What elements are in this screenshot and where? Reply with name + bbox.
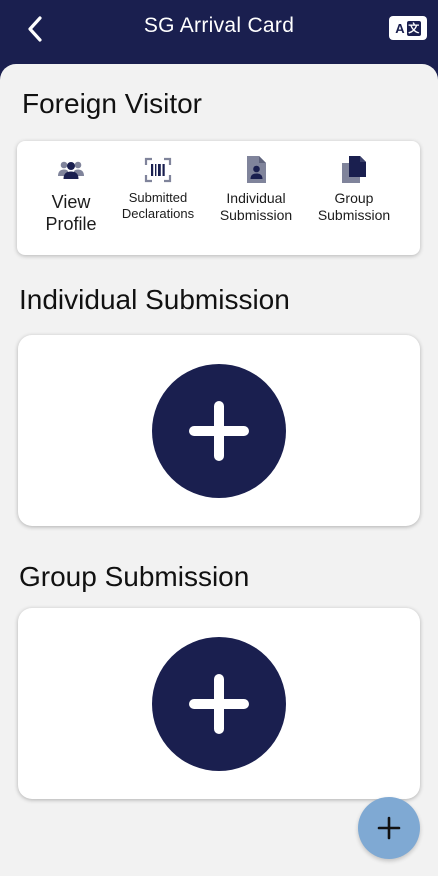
quick-action-group-submission[interactable]: Group Submission — [306, 155, 402, 251]
group-section-title: Group Submission — [19, 561, 250, 592]
page-title: SG Arrival Card — [143, 14, 295, 37]
quick-action-label: View Profile — [45, 192, 97, 234]
quick-actions-card: View Profile Submitted Declarations Indi… — [17, 141, 420, 255]
visitor-section-title: Foreign Visitor — [22, 88, 203, 119]
person-document-icon — [241, 155, 271, 185]
barcode-icon — [143, 155, 173, 185]
individual-submission-card — [18, 335, 420, 526]
quick-action-view-profile[interactable]: View Profile — [23, 155, 119, 251]
quick-action-label: Group Submission — [317, 190, 391, 223]
translate-icon-latin: A — [395, 20, 405, 36]
quick-action-individual-submission[interactable]: Individual Submission — [208, 155, 304, 251]
add-individual-submission-button[interactable] — [152, 364, 286, 498]
quick-action-label: Individual Submission — [219, 190, 293, 223]
app-header: SG Arrival Card A 文 — [0, 0, 438, 60]
floating-add-button[interactable] — [358, 797, 420, 859]
quick-action-submitted-declarations[interactable]: Submitted Declarations — [110, 155, 206, 251]
plus-icon — [377, 816, 401, 840]
language-button[interactable]: A 文 — [389, 16, 427, 40]
users-icon — [56, 155, 86, 185]
main-content: Foreign Visitor View Profile Submitted D… — [0, 64, 438, 876]
plus-icon — [189, 401, 249, 461]
individual-section-title: Individual Submission — [19, 284, 290, 315]
quick-action-label: Submitted Declarations — [121, 190, 195, 221]
copy-documents-icon — [339, 155, 369, 185]
add-group-submission-button[interactable] — [152, 637, 286, 771]
translate-icon-cjk: 文 — [406, 20, 421, 36]
group-submission-card — [18, 608, 420, 799]
plus-icon — [189, 674, 249, 734]
